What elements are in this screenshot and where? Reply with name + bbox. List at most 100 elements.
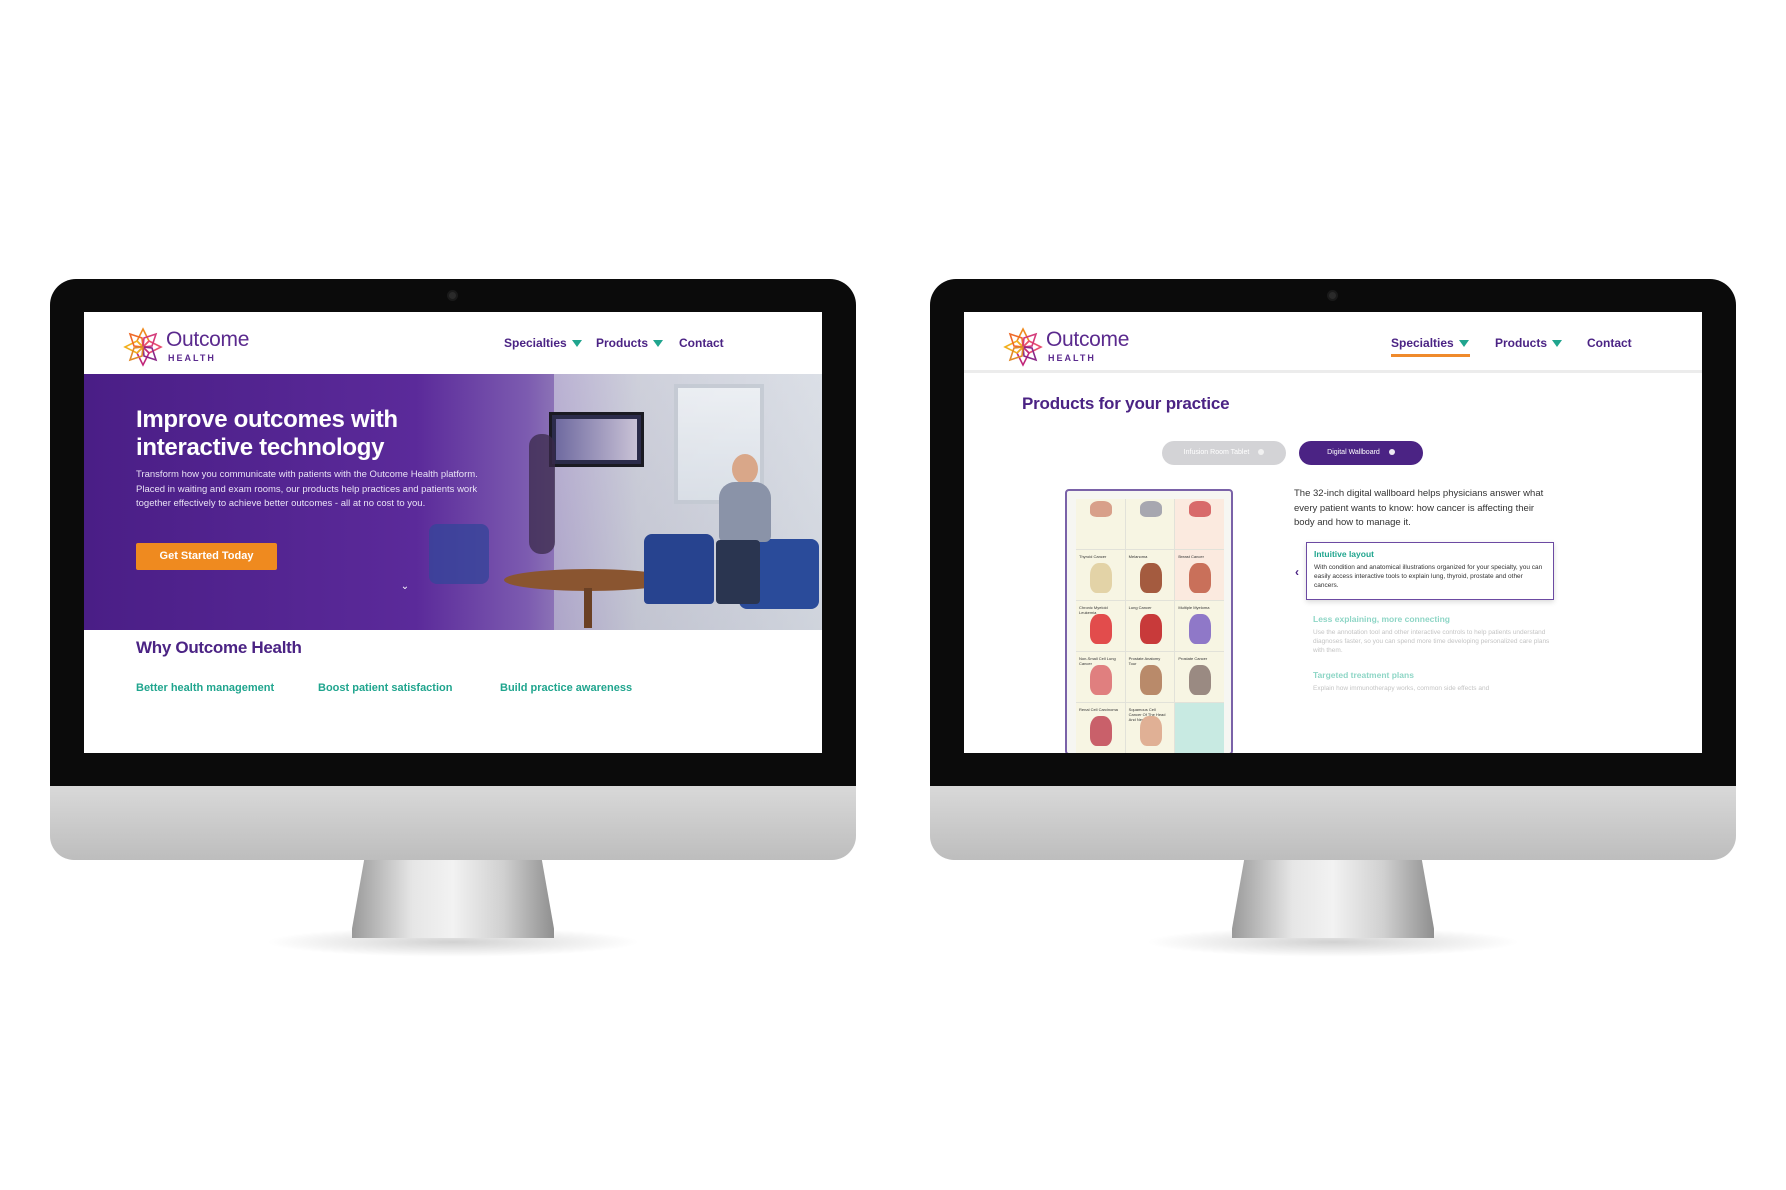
- nav-label: Products: [596, 336, 649, 350]
- feature-title: Targeted treatment plans: [1313, 670, 1414, 680]
- feature-body: With condition and anatomical illustrati…: [1314, 564, 1543, 589]
- wallboard-tile[interactable]: Melanoma: [1125, 550, 1175, 600]
- nav-contact[interactable]: Contact: [679, 336, 724, 350]
- wallboard-tile[interactable]: [1175, 703, 1224, 753]
- logo-wordmark: Outcome: [166, 328, 250, 351]
- anatomy-illustration: [1189, 665, 1212, 695]
- wallboard-tile-label: Prostate Cancer: [1178, 656, 1208, 661]
- nav-specialties[interactable]: Specialties: [1391, 336, 1469, 350]
- site-header: Outcome HEALTH Specialties Products Cont…: [84, 312, 822, 374]
- anatomy-illustration: [1139, 665, 1162, 695]
- wallboard-tile-label: Breast Cancer: [1178, 554, 1204, 559]
- wallboard-tile[interactable]: Renal Cell Carcinoma: [1076, 703, 1125, 753]
- benefit-heading: Better health management: [136, 682, 275, 694]
- feature-body: Use the annotation tool and other intera…: [1313, 629, 1550, 654]
- caret-down-icon: [653, 340, 664, 347]
- benefit-heading: Boost patient satisfaction: [318, 682, 453, 694]
- caret-down-icon: [571, 340, 582, 347]
- chevron-left-icon[interactable]: ‹: [1295, 565, 1299, 579]
- wallboard-tile[interactable]: [1175, 499, 1224, 549]
- anatomy-illustration: [1139, 563, 1162, 593]
- wallboard-preview: Thyroid Cancer Melanoma Breast Cancer Chron…: [1065, 489, 1233, 753]
- product-description: The 32-inch digital wallboard helps phys…: [1294, 488, 1544, 529]
- logo-subtitle: HEALTH: [1048, 353, 1096, 363]
- camera-icon: [447, 290, 458, 301]
- wallboard-tile-label: Lung Cancer: [1128, 605, 1152, 610]
- site-header: Outcome HEALTH Specialties Products Cont…: [964, 312, 1702, 374]
- wallboard-tile-label: Thyroid Cancer: [1079, 554, 1107, 559]
- hero-photo-screen: [549, 412, 644, 467]
- anatomy-illustration: [1090, 665, 1112, 695]
- nav-label: Contact: [679, 336, 724, 350]
- header-divider: [964, 370, 1702, 373]
- monitor-left: Outcome HEALTH Specialties Products Cont…: [50, 279, 856, 957]
- wallboard-tile[interactable]: Lung Cancer: [1125, 601, 1175, 651]
- wallboard-tile[interactable]: Squamous Cell Cancer Of The Head And Nec…: [1125, 703, 1175, 753]
- active-nav-indicator: [1391, 354, 1470, 357]
- hero-body: Transform how you communicate with patie…: [136, 469, 478, 510]
- nav-contact[interactable]: Contact: [1587, 336, 1632, 350]
- tab-infusion-room-tablet[interactable]: Infusion Room Tablet: [1162, 441, 1286, 465]
- monitor-stand: [1232, 860, 1434, 938]
- anatomy-illustration: [1090, 716, 1112, 746]
- feature-body: Explain how immunotherapy works, common …: [1313, 685, 1490, 692]
- nav-label: Contact: [1587, 336, 1632, 350]
- hero-photo-chair: [429, 524, 489, 584]
- monitor-chin: [930, 786, 1736, 860]
- hero-banner: Improve outcomes with interactive techno…: [84, 374, 822, 630]
- wallboard-tile[interactable]: Prostate Anatomy Tour: [1125, 652, 1175, 702]
- screen-products: Outcome HEALTH Specialties Products Cont…: [964, 312, 1702, 753]
- nav-specialties[interactable]: Specialties: [504, 336, 582, 350]
- wallboard-tile[interactable]: Multiple Myeloma: [1175, 601, 1224, 651]
- anatomy-illustration: [1189, 563, 1212, 593]
- wallboard-tile[interactable]: Prostate Cancer: [1175, 652, 1224, 702]
- anatomy-illustration: [1139, 501, 1162, 517]
- wallboard-tile[interactable]: [1076, 499, 1125, 549]
- monitor-chin: [50, 786, 856, 860]
- anatomy-illustration: [1090, 501, 1112, 517]
- feature-card-active[interactable]: Intuitive layout With condition and anat…: [1306, 542, 1554, 600]
- monitor-bezel: Outcome HEALTH Specialties Products Cont…: [50, 279, 856, 786]
- wallboard-tile[interactable]: Thyroid Cancer: [1076, 550, 1125, 600]
- logo[interactable]: Outcome HEALTH: [122, 326, 262, 368]
- logo[interactable]: Outcome HEALTH: [1002, 326, 1142, 368]
- monitor-right: Outcome HEALTH Specialties Products Cont…: [930, 279, 1736, 957]
- wallboard-tile[interactable]: Non-Small Cell Lung Cancer: [1076, 652, 1125, 702]
- page-title: Products for your practice: [1022, 394, 1230, 413]
- tab-label: Infusion Room Tablet: [1183, 449, 1250, 456]
- nav-products[interactable]: Products: [1495, 336, 1563, 350]
- hero-title: Improve outcomes with interactive techno…: [136, 406, 398, 461]
- monitor-stand: [352, 860, 554, 938]
- arrow-circle-icon: [1388, 449, 1395, 455]
- nav-products[interactable]: Products: [596, 336, 664, 350]
- wallboard-tile[interactable]: Chronic Myeloid Leukemia: [1076, 601, 1125, 651]
- logo-mark-icon: [1003, 327, 1043, 367]
- logo-subtitle: HEALTH: [168, 353, 216, 363]
- screen-home: Outcome HEALTH Specialties Products Cont…: [84, 312, 822, 753]
- feature-item[interactable]: Targeted treatment plans Explain how imm…: [1313, 670, 1557, 693]
- wallboard-tile[interactable]: [1125, 499, 1175, 549]
- tab-digital-wallboard[interactable]: Digital Wallboard: [1299, 441, 1423, 465]
- feature-title: Intuitive layout: [1314, 549, 1374, 559]
- wallboard-tile-label: Multiple Myeloma: [1178, 605, 1210, 610]
- camera-icon: [1327, 290, 1338, 301]
- anatomy-illustration: [1139, 614, 1162, 644]
- wallboard-tile[interactable]: Breast Cancer: [1175, 550, 1224, 600]
- anatomy-illustration: [1189, 501, 1212, 517]
- chevron-down-icon[interactable]: ⌄: [400, 582, 410, 592]
- nav-label: Specialties: [1391, 336, 1454, 350]
- hero-photo-person: [529, 434, 555, 554]
- hero-photo-chair: [644, 534, 714, 604]
- caret-down-icon: [1458, 340, 1469, 347]
- get-started-button[interactable]: Get Started Today: [136, 543, 277, 570]
- wallboard-tile-label: Renal Cell Carcinoma: [1079, 707, 1118, 712]
- anatomy-illustration: [1090, 614, 1112, 644]
- benefit-heading: Build practice awareness: [500, 682, 633, 694]
- feature-item[interactable]: Less explaining, more connecting Use the…: [1313, 614, 1557, 655]
- tab-label: Digital Wallboard: [1327, 449, 1380, 456]
- anatomy-illustration: [1189, 614, 1212, 644]
- wallboard-grid: Thyroid Cancer Melanoma Breast Cancer Chron…: [1076, 499, 1224, 753]
- anatomy-illustration: [1090, 563, 1112, 593]
- hero-photo-patient: [714, 454, 774, 604]
- arrow-circle-icon: [1258, 449, 1265, 455]
